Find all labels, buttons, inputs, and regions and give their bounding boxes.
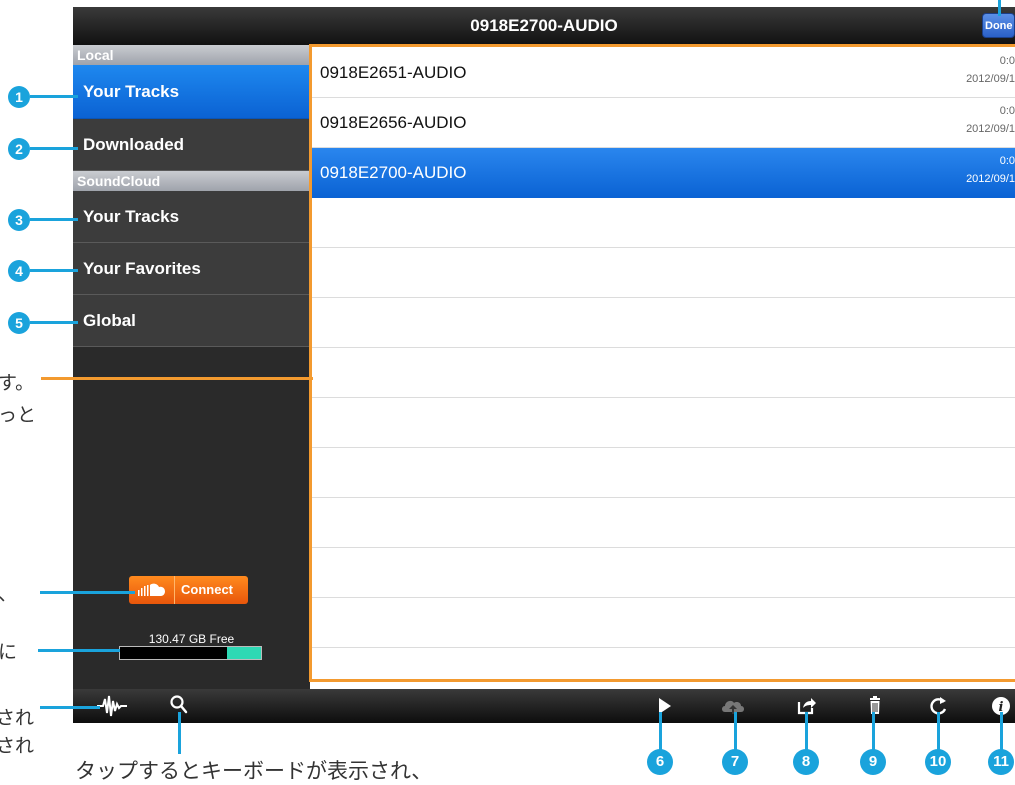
track-date: 2012/09/1 <box>966 123 1015 135</box>
callout-line <box>30 321 78 324</box>
empty-row <box>310 448 1015 498</box>
track-name: 0918E2700-AUDIO <box>320 163 467 182</box>
callout-line <box>805 712 808 752</box>
callout-badge-2: 2 <box>8 138 30 160</box>
callout-line <box>30 147 78 150</box>
connect-label: Connect <box>181 582 233 597</box>
callout-badge-11: 11 <box>988 749 1014 775</box>
callout-line <box>40 706 100 709</box>
callout-line <box>30 218 78 221</box>
callout-badge-10: 10 <box>925 749 951 775</box>
callout-line <box>937 712 940 752</box>
track-date: 2012/09/1 <box>966 173 1015 185</box>
waveform-icon[interactable] <box>97 693 127 719</box>
section-header-soundcloud: SoundCloud <box>73 171 310 191</box>
empty-row <box>310 198 1015 248</box>
callout-badge-5: 5 <box>8 312 30 334</box>
soundcloud-logo-icon <box>129 576 175 604</box>
callout-line <box>1000 712 1003 752</box>
track-duration: 0:0 <box>999 155 1015 167</box>
callout-badge-7: 7 <box>722 749 748 775</box>
sidebar-item-local-your-tracks[interactable]: Your Tracks <box>73 65 310 119</box>
done-button[interactable]: Done <box>982 13 1015 38</box>
annotation-text: す。 <box>0 372 35 394</box>
callout-badge-3: 3 <box>8 209 30 231</box>
callout-line <box>40 591 135 594</box>
soundcloud-connect-button[interactable]: Connect <box>129 576 248 604</box>
callout-line <box>659 712 662 752</box>
callout-badge-9: 9 <box>860 749 886 775</box>
track-duration: 0:0 <box>999 105 1015 117</box>
track-row-selected[interactable]: 0918E2700-AUDIO 0:0 2012/09/1 <box>310 148 1015 198</box>
callout-line <box>30 269 78 272</box>
callout-line <box>38 649 120 652</box>
annotation-text: され <box>0 735 35 757</box>
empty-row <box>310 398 1015 448</box>
callout-line <box>30 95 78 98</box>
section-header-local: Local <box>73 45 310 65</box>
sidebar-item-global[interactable]: Global <box>73 295 310 347</box>
callout-badge-8: 8 <box>793 749 819 775</box>
title-bar: 0918E2700-AUDIO Done <box>73 7 1015 45</box>
track-name: 0918E2651-AUDIO <box>320 63 467 82</box>
storage-free-label: 130.47 GB Free <box>148 632 235 646</box>
storage-bar-fill <box>227 647 261 659</box>
annotation-text: タップするとキーボードが表示され、 <box>75 759 433 783</box>
callout-badge-6: 6 <box>647 749 673 775</box>
storage-bar <box>119 646 262 660</box>
callout-line <box>872 712 875 752</box>
trash-icon[interactable] <box>862 693 888 719</box>
track-row[interactable]: 0918E2651-AUDIO 0:0 2012/09/1 <box>310 48 1015 98</box>
callout-line <box>998 0 1001 16</box>
track-date: 2012/09/1 <box>966 73 1015 85</box>
annotation-text: に <box>0 641 18 663</box>
cloud-upload-icon[interactable] <box>720 693 746 719</box>
empty-row <box>310 498 1015 548</box>
track-row[interactable]: 0918E2656-AUDIO 0:0 2012/09/1 <box>310 98 1015 148</box>
track-name: 0918E2656-AUDIO <box>320 113 467 132</box>
annotation-text: っと <box>0 404 37 426</box>
empty-row <box>310 248 1015 298</box>
track-list: 0918E2651-AUDIO 0:0 2012/09/1 0918E2656-… <box>310 45 1015 698</box>
sidebar-item-soundcloud-your-tracks[interactable]: Your Tracks <box>73 191 310 243</box>
callout-badge-1: 1 <box>8 86 30 108</box>
track-duration: 0:0 <box>999 55 1015 67</box>
annotation-text: 、 <box>0 579 17 606</box>
callout-badge-4: 4 <box>8 260 30 282</box>
window-title: 0918E2700-AUDIO <box>470 16 618 35</box>
empty-row <box>310 598 1015 648</box>
sidebar-item-your-favorites[interactable]: Your Favorites <box>73 243 310 295</box>
empty-row <box>310 348 1015 398</box>
sidebar-item-downloaded[interactable]: Downloaded <box>73 119 310 171</box>
empty-row <box>310 548 1015 598</box>
callout-line <box>734 712 737 752</box>
annotation-text: され <box>0 707 35 729</box>
callout-line <box>178 712 181 754</box>
annotation-line-orange <box>41 377 313 380</box>
play-icon[interactable] <box>651 693 677 719</box>
empty-row <box>310 298 1015 348</box>
